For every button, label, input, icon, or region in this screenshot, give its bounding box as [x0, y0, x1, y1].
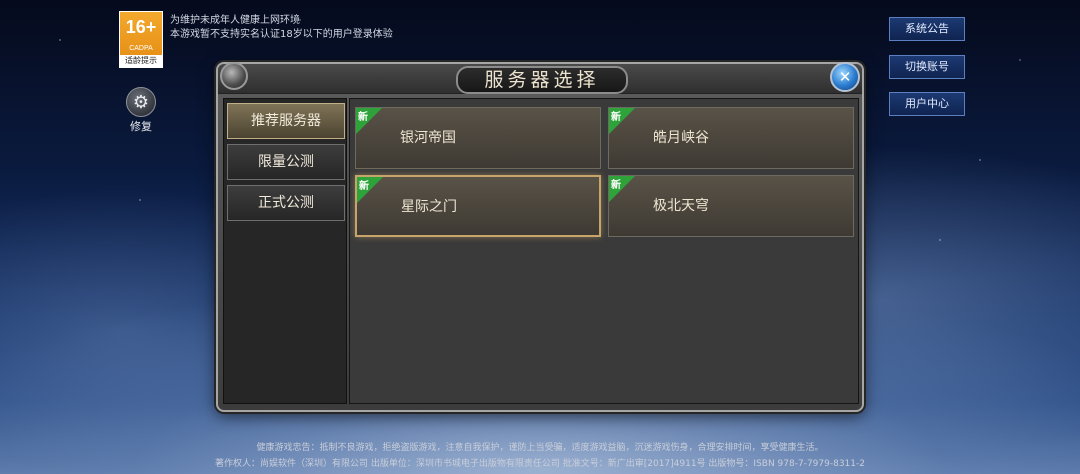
age-rating-tip: 适龄提示 [120, 55, 162, 67]
new-tag-icon: 新 [609, 108, 635, 134]
tab-recommended[interactable]: 推荐服务器 [227, 103, 345, 139]
server-name: 星际之门 [401, 199, 457, 215]
dialog-title: 服务器选择 [456, 66, 628, 94]
server-card-jibei[interactable]: 新 极北天穹 [608, 175, 854, 237]
server-name: 皓月峡谷 [653, 130, 709, 146]
repair-label: 修复 [130, 120, 152, 133]
age-rating-org: CADPA [129, 45, 153, 52]
announcement-button[interactable]: 系统公告 [889, 17, 965, 41]
server-name: 极北天穹 [653, 198, 709, 214]
user-center-button[interactable]: 用户中心 [889, 92, 965, 116]
server-card-haoyue[interactable]: 新 皓月峡谷 [608, 107, 854, 169]
new-tag-icon: 新 [609, 176, 635, 202]
server-list: 新 银河帝国 新 皓月峡谷 新 星际之门 新 极北天穹 [349, 98, 859, 404]
server-tabs: 推荐服务器 限量公测 正式公测 [223, 98, 347, 404]
close-icon[interactable]: ✕ [830, 62, 860, 92]
tab-limited-beta[interactable]: 限量公测 [227, 144, 345, 180]
wrench-gear-icon: ⚙ [126, 87, 156, 117]
notice-line-2: 本游戏暂不支持实名认证18岁以下的用户登录体验 [170, 29, 393, 40]
repair-button[interactable]: ⚙ 修复 [124, 87, 158, 134]
copyright-info: 著作权人：尚娱软件（深圳）有限公司 出版单位：深圳市书城电子出版物有限责任公司 … [215, 459, 865, 469]
new-tag-icon: 新 [357, 177, 383, 203]
switch-account-button[interactable]: 切换账号 [889, 55, 965, 79]
health-advisory: 健康游戏忠告：抵制不良游戏，拒绝盗版游戏，注意自我保护，谨防上当受骗，适度游戏益… [256, 443, 824, 453]
tab-official-beta[interactable]: 正式公测 [227, 185, 345, 221]
server-card-xingji[interactable]: 新 星际之门 [355, 175, 601, 237]
age-rating-number: 16+ [125, 17, 157, 37]
server-card-yinhe[interactable]: 新 银河帝国 [355, 107, 601, 169]
notice-line-1: 为维护未成年人健康上网环境 [170, 15, 300, 26]
server-name: 银河帝国 [400, 130, 456, 146]
corner-ornament-icon [220, 62, 248, 90]
server-select-dialog: 服务器选择 ✕ 推荐服务器 限量公测 正式公测 新 银河帝国 新 皓月峡谷 新 … [216, 62, 864, 412]
age-rating-badge[interactable]: 16+ CADPA 适龄提示 [119, 11, 163, 68]
new-tag-icon: 新 [356, 108, 382, 134]
dialog-header: 服务器选择 ✕ [218, 62, 862, 94]
